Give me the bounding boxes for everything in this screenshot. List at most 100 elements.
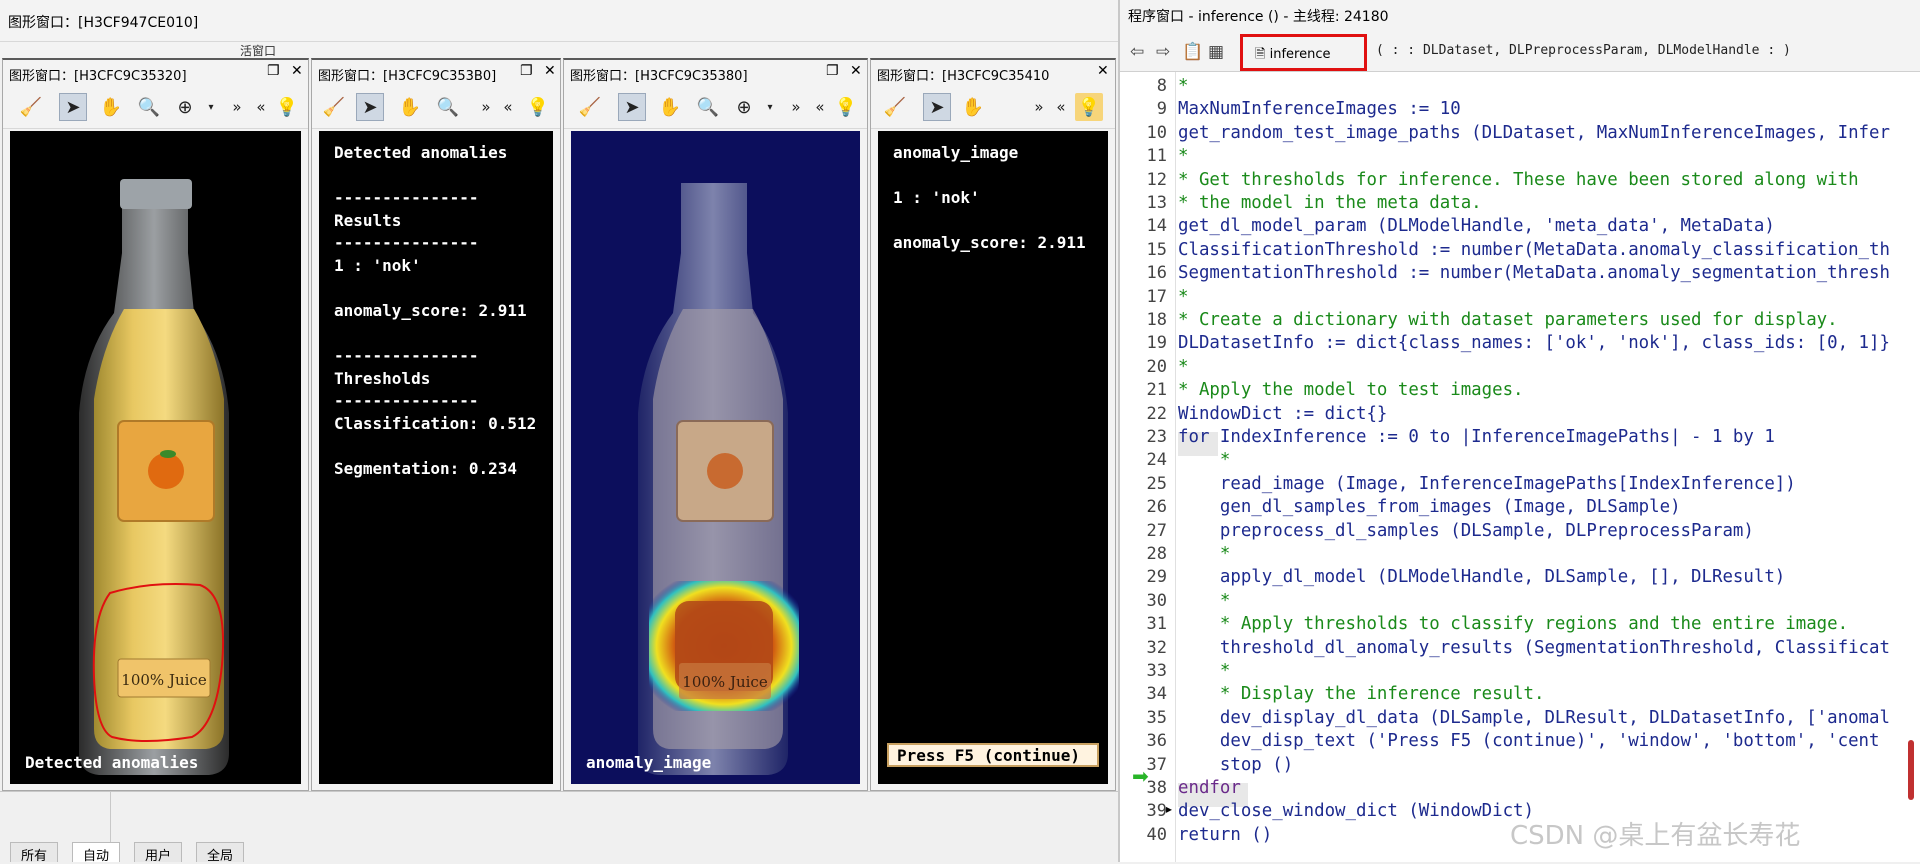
brush-icon[interactable]: 🧹	[881, 93, 909, 121]
line-number: 20	[1146, 356, 1167, 377]
bulb-icon[interactable]: 💡	[1075, 93, 1103, 121]
code-line[interactable]: MaxNumInferenceImages := 10	[1178, 99, 1461, 119]
back-icon[interactable]: ⇦	[1130, 42, 1144, 62]
brush-icon[interactable]: 🧹	[320, 93, 348, 121]
anomaly-line: anomaly_score: 2.911	[893, 233, 1086, 252]
pointer-icon[interactable]: ➤	[356, 93, 384, 121]
code-line[interactable]: *	[1178, 591, 1230, 611]
magnifier-icon[interactable]: 🔍	[694, 93, 722, 121]
bulb-icon[interactable]: 💡	[832, 93, 860, 121]
bulb-icon[interactable]: 💡	[524, 93, 552, 121]
hand-icon[interactable]: ✋	[656, 93, 684, 121]
hand-icon[interactable]: ✋	[97, 93, 125, 121]
code-line[interactable]: SegmentationThreshold := number(MetaData…	[1178, 263, 1890, 283]
code-line[interactable]: for IndexInference := 0 to |InferenceIma…	[1178, 427, 1775, 447]
code-line[interactable]: WindowDict := dict{}	[1178, 404, 1387, 424]
code-line[interactable]: * Create a dictionary with dataset param…	[1178, 310, 1838, 330]
code-line[interactable]: *	[1178, 357, 1188, 377]
line-number: 17	[1146, 286, 1167, 307]
tab-user[interactable]: 用户	[134, 842, 183, 864]
code-line[interactable]: gen_dl_samples_from_images (Image, DLSam…	[1178, 497, 1681, 517]
restore-icon[interactable]: ❐	[520, 63, 533, 79]
graphics-window-4-canvas[interactable]: anomaly_image 1 : 'nok' anomaly_score: 2…	[878, 131, 1108, 784]
code-line[interactable]: *	[1178, 76, 1188, 96]
collapse-icon[interactable]: «	[806, 93, 834, 121]
graphics-window-4-title[interactable]: 图形窗口：[H3CFC9C35410 ✕	[871, 60, 1115, 85]
code-line[interactable]: ClassificationThreshold := number(MetaDa…	[1178, 240, 1890, 260]
code-line[interactable]: *	[1178, 146, 1188, 166]
restore-icon[interactable]: ❐	[826, 63, 839, 79]
code-line[interactable]: endfor	[1178, 778, 1241, 798]
code-line[interactable]: *	[1178, 287, 1188, 307]
brush-icon[interactable]: 🧹	[576, 93, 604, 121]
graphics-window-1[interactable]: 图形窗口：[H3CFC9C35320] ❐ ✕ 🧹 ➤ ✋ 🔍 ⊕ ▾ » « …	[2, 58, 309, 791]
anomaly-heatmap-image: 100% Juice	[571, 131, 860, 784]
close-icon[interactable]: ✕	[850, 63, 862, 79]
program-counter-arrow-icon: ➡	[1132, 764, 1149, 788]
procedure-selector[interactable]: 🗎 inference	[1240, 34, 1367, 71]
code-line[interactable]: *	[1178, 450, 1230, 470]
code-line[interactable]: threshold_dl_anomaly_results (Segmentati…	[1178, 638, 1890, 658]
code-line[interactable]: * Apply the model to test images.	[1178, 380, 1524, 400]
code-line[interactable]: preprocess_dl_samples (DLSample, DLPrepr…	[1178, 521, 1754, 541]
zoom-in-icon[interactable]: ⊕	[171, 93, 199, 121]
code-line[interactable]: dev_close_window_dict (WindowDict)	[1178, 801, 1534, 821]
results-line: 1 : 'nok'	[334, 256, 421, 275]
code-line[interactable]: * the model in the meta data.	[1178, 193, 1482, 213]
graphics-window-3-title[interactable]: 图形窗口：[H3CFC9C35380] ❐ ✕	[564, 60, 867, 85]
tab-auto[interactable]: 自动	[72, 842, 121, 864]
program-window[interactable]: 程序窗口 - inference () - 主线程: 24180 ⇦ ⇨ 📋 ▦…	[1118, 0, 1920, 862]
forward-icon[interactable]: ⇨	[1156, 42, 1170, 62]
clipboard-icon[interactable]: 📋	[1182, 42, 1203, 62]
bulb-icon[interactable]: 💡	[273, 93, 301, 121]
graphics-window-1-canvas[interactable]: 100% Juice Detected anomalies	[10, 131, 301, 784]
graphics-window-4[interactable]: 图形窗口：[H3CFC9C35410 ✕ 🧹 ➤ ✋ » « 💡 anomaly…	[870, 58, 1116, 791]
code-line[interactable]: stop ()	[1178, 755, 1293, 775]
code-line[interactable]: *	[1178, 544, 1230, 564]
code-line[interactable]: apply_dl_model (DLModelHandle, DLSample,…	[1178, 567, 1785, 587]
chevron-down-icon[interactable]: ▾	[756, 93, 784, 121]
press-f5-button[interactable]: Press F5 (continue)	[887, 743, 1099, 767]
chevron-down-icon[interactable]: ▾	[197, 93, 225, 121]
code-line[interactable]: get_dl_model_param (DLModelHandle, 'meta…	[1178, 216, 1775, 236]
graphics-window-3-caption: anomaly_image	[586, 753, 712, 772]
code-line[interactable]: DLDatasetInfo := dict{class_names: ['ok'…	[1178, 333, 1890, 353]
hand-icon[interactable]: ✋	[396, 93, 424, 121]
line-number: 9	[1156, 99, 1167, 120]
graphics-window-1-title[interactable]: 图形窗口：[H3CFC9C35320] ❐ ✕	[3, 60, 308, 85]
code-line[interactable]: read_image (Image, InferenceImagePaths[I…	[1178, 474, 1796, 494]
close-icon[interactable]: ✕	[1097, 63, 1109, 79]
close-icon[interactable]: ✕	[544, 63, 556, 79]
zoom-in-icon[interactable]: ⊕	[730, 93, 758, 121]
code-line[interactable]: * Display the inference result.	[1178, 684, 1545, 704]
graphics-window-3[interactable]: 图形窗口：[H3CFC9C35380] ❐ ✕ 🧹 ➤ ✋ 🔍 ⊕ ▾ » « …	[563, 58, 868, 791]
magnifier-icon[interactable]: 🔍	[135, 93, 163, 121]
code-line[interactable]: * Get thresholds for inference. These ha…	[1178, 170, 1859, 190]
hand-icon[interactable]: ✋	[959, 93, 987, 121]
collapse-icon[interactable]: «	[1047, 93, 1075, 121]
code-line[interactable]: *	[1178, 661, 1230, 681]
pointer-icon[interactable]: ➤	[59, 93, 87, 121]
scrollbar-thumb[interactable]	[1908, 740, 1914, 800]
collapse-icon[interactable]: «	[247, 93, 275, 121]
magnifier-icon[interactable]: 🔍	[434, 93, 462, 121]
pointer-icon[interactable]: ➤	[618, 93, 646, 121]
code-line[interactable]: dev_display_dl_data (DLSample, DLResult,…	[1178, 708, 1890, 728]
graphics-window-3-canvas[interactable]: 100% Juice anomaly_image	[571, 131, 860, 784]
tab-global[interactable]: 全局	[196, 842, 245, 864]
line-number: 37	[1146, 754, 1167, 775]
restore-icon[interactable]: ❐	[267, 63, 280, 79]
graphics-window-2-title[interactable]: 图形窗口：[H3CFC9C353B0] ❐ ✕	[312, 60, 560, 85]
pointer-icon[interactable]: ➤	[923, 93, 951, 121]
code-line[interactable]: return ()	[1178, 825, 1272, 845]
grid-icon[interactable]: ▦	[1208, 42, 1224, 62]
close-icon[interactable]: ✕	[291, 63, 303, 79]
brush-icon[interactable]: 🧹	[17, 93, 45, 121]
collapse-icon[interactable]: «	[494, 93, 522, 121]
code-line[interactable]: dev_disp_text ('Press F5 (continue)', 'w…	[1178, 731, 1880, 751]
code-line[interactable]: * Apply thresholds to classify regions a…	[1178, 614, 1848, 634]
graphics-window-2[interactable]: 图形窗口：[H3CFC9C353B0] ❐ ✕ 🧹 ➤ ✋ 🔍 » « 💡 De…	[311, 58, 561, 791]
tab-all[interactable]: 所有	[10, 842, 59, 864]
code-line[interactable]: get_random_test_image_paths (DLDataset, …	[1178, 123, 1890, 143]
graphics-window-2-canvas[interactable]: Detected anomalies --------------- Resul…	[319, 131, 553, 784]
